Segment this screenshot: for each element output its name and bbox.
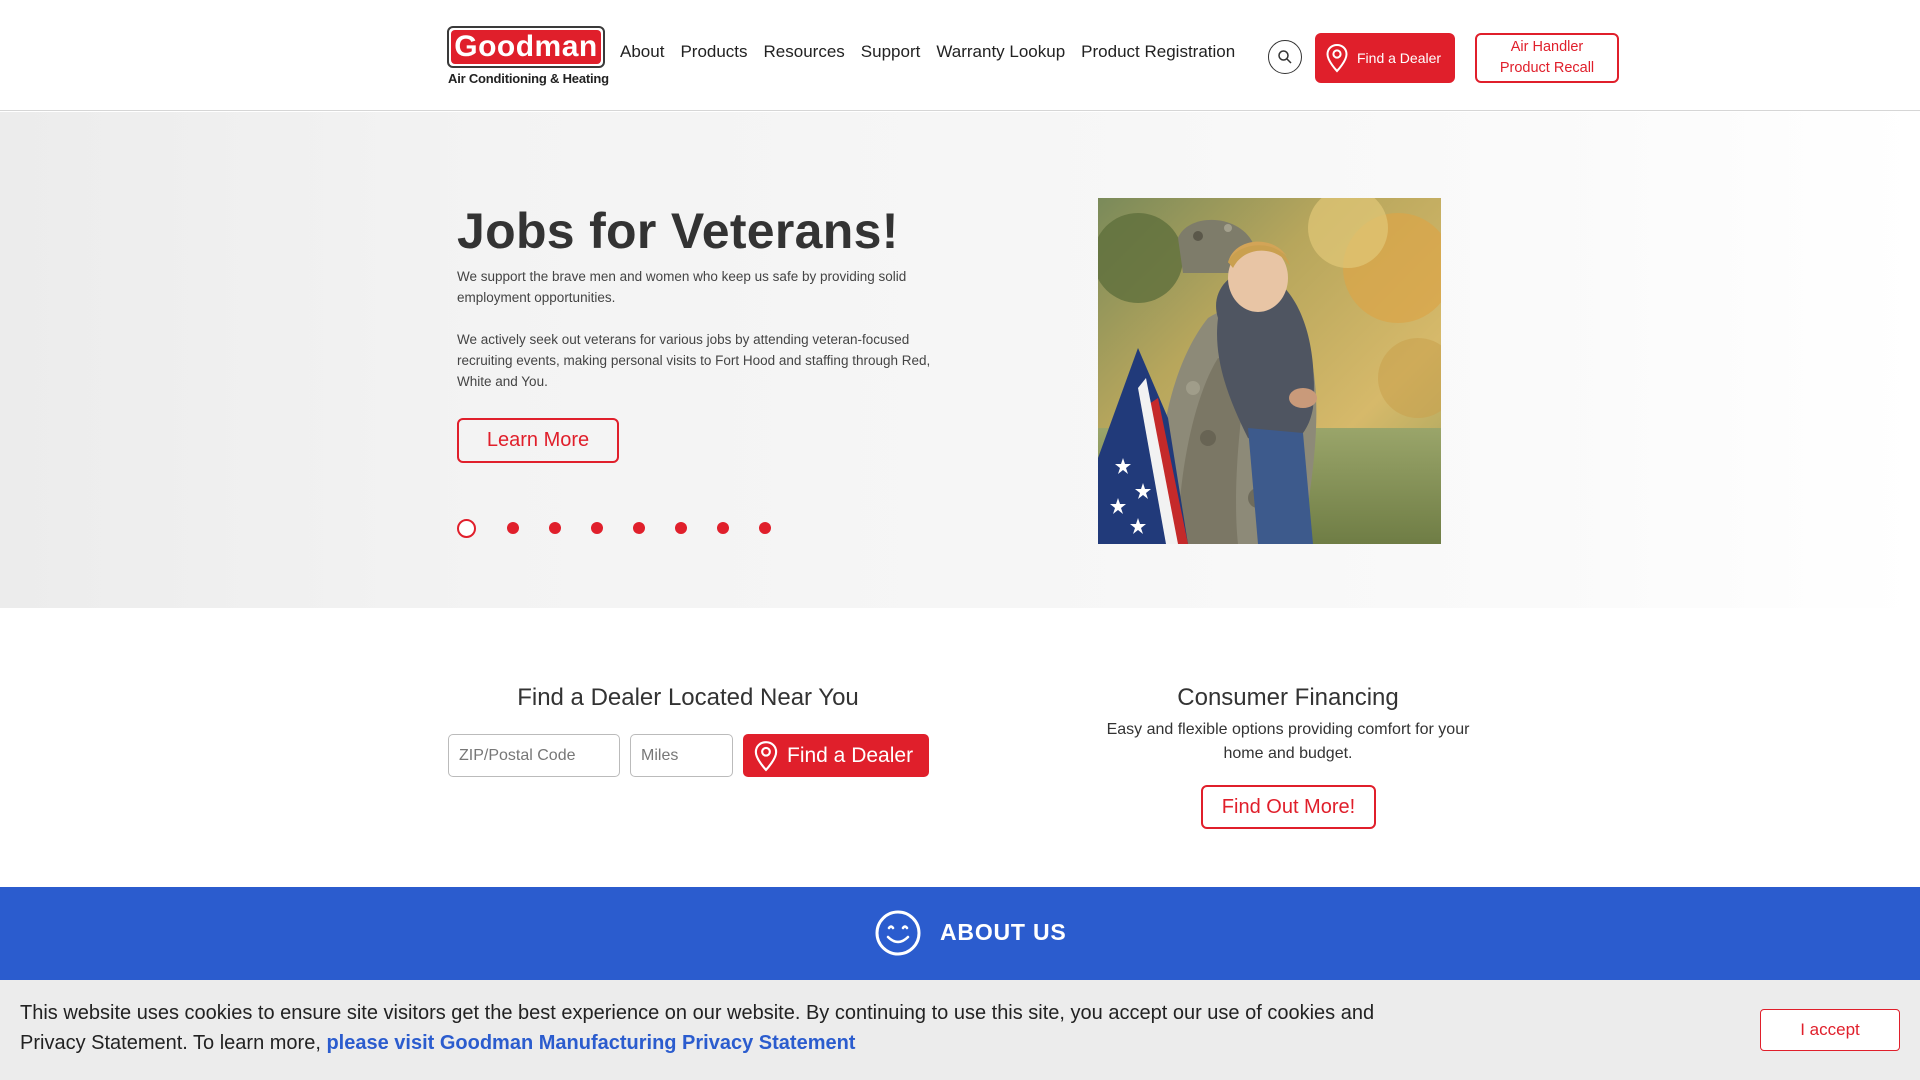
- accept-cookies-button[interactable]: I accept: [1760, 1009, 1900, 1051]
- logo-badge: Goodman: [447, 26, 605, 68]
- recall-line-2: Product Recall: [1499, 60, 1595, 76]
- hero-carousel: Jobs for Veterans! We support the brave …: [0, 112, 1920, 608]
- carousel-dot[interactable]: [507, 522, 519, 534]
- header-find-dealer-button[interactable]: Find a Dealer: [1315, 33, 1455, 83]
- learn-more-button[interactable]: Learn More: [457, 418, 619, 463]
- about-us-label: ABOUT US: [940, 919, 1067, 945]
- find-dealer-label: Find a Dealer: [787, 743, 914, 767]
- main-nav: About Products Resources Support Warrant…: [620, 42, 1251, 62]
- nav-support[interactable]: Support: [861, 42, 921, 62]
- carousel-dot[interactable]: [717, 522, 729, 534]
- nav-warranty-lookup[interactable]: Warranty Lookup: [936, 42, 1065, 62]
- carousel-dot[interactable]: [549, 522, 561, 534]
- smiley-icon: [875, 910, 921, 956]
- hero-paragraph-2: We actively seek out veterans for variou…: [457, 332, 931, 389]
- find-out-more-button[interactable]: Find Out More!: [1201, 785, 1376, 829]
- site-header: Goodman Air Conditioning & Heating About…: [0, 0, 1920, 111]
- map-pin-icon: [754, 740, 778, 771]
- financing-text: Easy and flexible options providing comf…: [1106, 721, 1470, 762]
- header-find-dealer-label: Find a Dealer: [1357, 50, 1442, 66]
- privacy-statement-link[interactable]: please visit Goodman Manufacturing Priva…: [326, 1032, 855, 1054]
- miles-input[interactable]: [630, 734, 733, 777]
- zip-postal-input[interactable]: [448, 734, 620, 777]
- logo-tagline: Air Conditioning & Heating: [448, 71, 609, 86]
- carousel-dot[interactable]: [633, 522, 645, 534]
- carousel-dot[interactable]: [591, 522, 603, 534]
- search-icon: [1278, 50, 1292, 64]
- veteran-hug-photo: [1098, 198, 1441, 544]
- goodman-logo[interactable]: Goodman Air Conditioning & Heating: [447, 26, 609, 90]
- nav-about[interactable]: About: [620, 42, 664, 62]
- nav-products[interactable]: Products: [680, 42, 747, 62]
- cookie-banner: This website uses cookies to ensure site…: [0, 980, 1920, 1080]
- hero-paragraph-1: We support the brave men and women who k…: [457, 269, 907, 305]
- nav-product-registration[interactable]: Product Registration: [1081, 42, 1235, 62]
- air-handler-recall-button[interactable]: Air Handler Product Recall: [1475, 33, 1619, 83]
- nav-resources[interactable]: Resources: [764, 42, 845, 62]
- recall-line-1: Air Handler: [1510, 39, 1584, 55]
- cookie-message: This website uses cookies to ensure site…: [20, 998, 1420, 1058]
- financing-title: Consumer Financing: [1177, 684, 1399, 711]
- about-us-section[interactable]: ABOUT US: [0, 887, 1920, 987]
- dealer-section-title: Find a Dealer Located Near You: [517, 684, 859, 711]
- logo-wordmark: Goodman: [451, 30, 601, 64]
- carousel-dot[interactable]: [457, 519, 476, 538]
- find-dealer-button[interactable]: Find a Dealer: [743, 734, 929, 777]
- search-button[interactable]: [1268, 40, 1302, 74]
- carousel-dot[interactable]: [759, 522, 771, 534]
- map-pin-icon: [1326, 43, 1348, 73]
- hero-title: Jobs for Veterans!: [457, 203, 899, 259]
- carousel-dot[interactable]: [675, 522, 687, 534]
